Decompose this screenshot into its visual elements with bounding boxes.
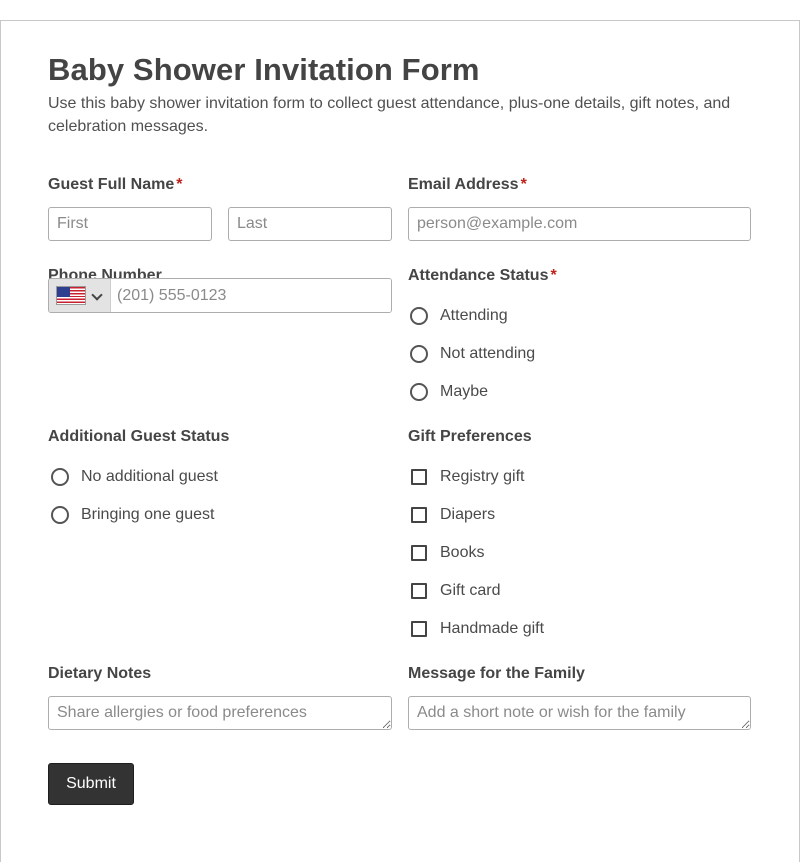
option-label: Bringing one guest	[81, 506, 215, 523]
checkbox[interactable]	[411, 621, 427, 637]
family-message-textarea[interactable]	[408, 696, 751, 730]
attendance-option-maybe[interactable]: Maybe	[408, 380, 488, 404]
radio-button[interactable]	[410, 307, 428, 325]
required-mark: *	[520, 176, 527, 193]
email-input[interactable]	[408, 207, 751, 241]
gift-option-gift-card[interactable]: Gift card	[408, 579, 500, 603]
additional-guest-option-none[interactable]: No additional guest	[49, 465, 218, 489]
guest-name-label: Guest Full Name *	[48, 176, 182, 194]
dietary-notes-textarea[interactable]	[48, 696, 392, 730]
email-label-text: Email Address	[408, 176, 519, 193]
last-name-input[interactable]	[228, 207, 392, 241]
gift-option-registry[interactable]: Registry gift	[408, 465, 524, 489]
checkbox[interactable]	[411, 507, 427, 523]
guest-name-label-text: Guest Full Name	[48, 176, 175, 193]
checkbox[interactable]	[411, 545, 427, 561]
checkbox[interactable]	[411, 583, 427, 599]
phone-input[interactable]	[111, 279, 391, 312]
option-label: No additional guest	[81, 468, 218, 485]
chevron-down-icon	[91, 289, 103, 301]
additional-guest-label: Additional Guest Status	[48, 428, 230, 445]
country-code-select[interactable]	[49, 279, 111, 312]
attendance-option-not-attending[interactable]: Not attending	[408, 342, 535, 366]
option-label: Maybe	[440, 383, 489, 400]
dietary-notes-label: Dietary Notes	[48, 665, 152, 682]
option-label: Not attending	[440, 345, 536, 362]
attendance-label: Attendance Status *	[408, 267, 557, 285]
attendance-label-text: Attendance Status	[408, 267, 549, 284]
form-title: Baby Shower Invitation Form	[48, 52, 480, 87]
option-label: Attending	[440, 307, 508, 324]
gift-preferences-label: Gift Preferences	[408, 428, 532, 445]
radio-button[interactable]	[410, 345, 428, 363]
phone-field	[48, 278, 392, 313]
option-label: Registry gift	[440, 468, 525, 485]
form-description: Use this baby shower invitation form to …	[48, 95, 731, 135]
gift-option-handmade[interactable]: Handmade gift	[408, 617, 544, 641]
option-label: Diapers	[440, 506, 496, 523]
us-flag-icon	[56, 286, 86, 305]
option-label: Books	[440, 544, 485, 561]
gift-option-diapers[interactable]: Diapers	[408, 503, 495, 527]
first-name-input[interactable]	[48, 207, 212, 241]
email-label: Email Address *	[408, 176, 527, 194]
option-label: Gift card	[440, 582, 501, 599]
family-message-label: Message for the Family	[408, 665, 585, 682]
radio-button[interactable]	[51, 468, 69, 486]
gift-option-books[interactable]: Books	[408, 541, 484, 565]
radio-button[interactable]	[410, 383, 428, 401]
option-label: Handmade gift	[440, 620, 545, 637]
attendance-option-attending[interactable]: Attending	[408, 304, 508, 328]
checkbox[interactable]	[411, 469, 427, 485]
radio-button[interactable]	[51, 506, 69, 524]
submit-button[interactable]: Submit	[48, 763, 134, 805]
additional-guest-option-one[interactable]: Bringing one guest	[49, 503, 214, 527]
required-mark: *	[176, 176, 183, 193]
required-mark: *	[550, 267, 557, 284]
